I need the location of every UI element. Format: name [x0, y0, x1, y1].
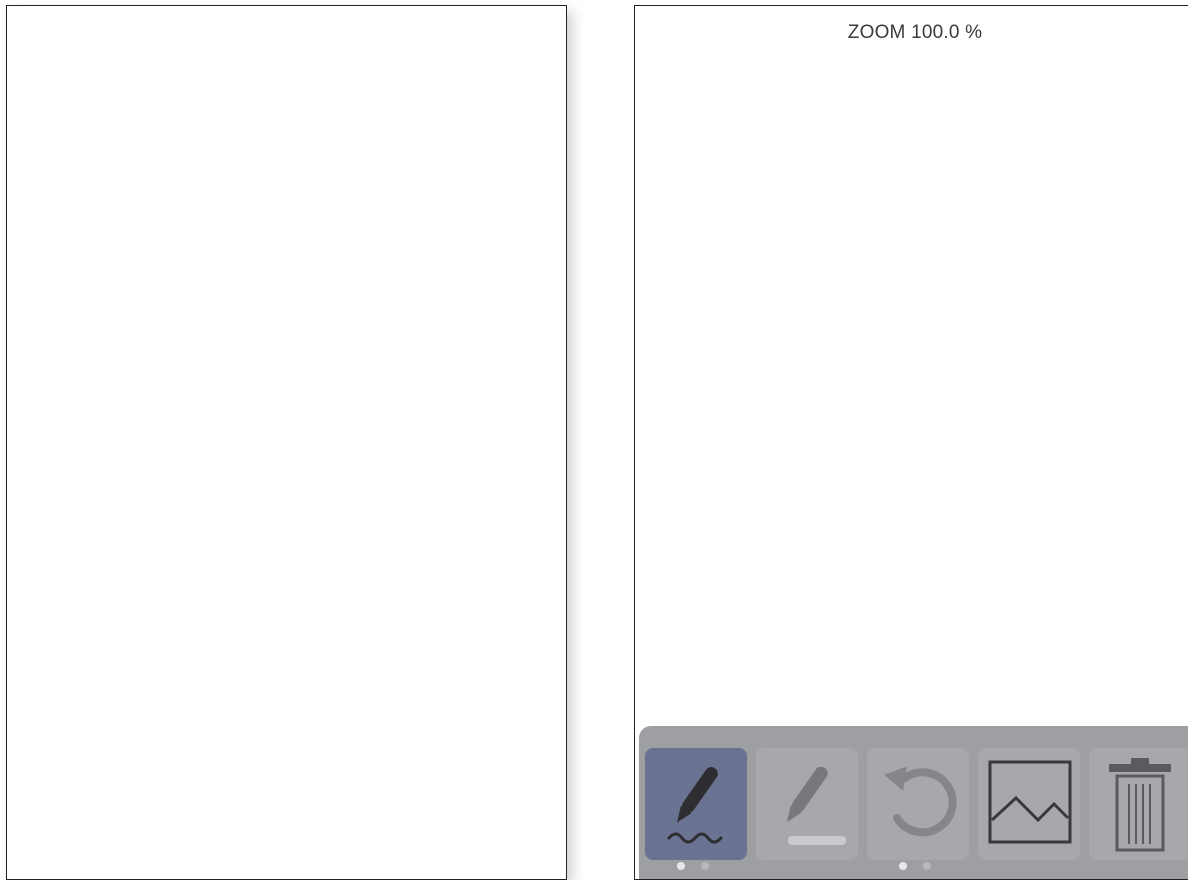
page-dot: [701, 862, 709, 870]
highlighter-button[interactable]: [756, 748, 858, 860]
zoom-level-label: ZOOM 100.0 %: [847, 22, 983, 43]
page-dot-active: [899, 862, 907, 870]
image-button[interactable]: [978, 748, 1080, 860]
undo-icon: [884, 766, 957, 837]
delete-button[interactable]: [1089, 748, 1188, 860]
image-icon: [988, 760, 1072, 844]
highlighter-icon: [786, 766, 846, 845]
pen-signature-icon: [667, 767, 723, 844]
signature-pen-button[interactable]: [645, 748, 747, 860]
page-dot: [923, 862, 931, 870]
trash-icon: [1109, 758, 1171, 852]
drawing-toolbar: [639, 726, 1188, 879]
undo-button[interactable]: [867, 748, 969, 860]
page-dot-active: [677, 862, 685, 870]
left-screen-canvas[interactable]: [6, 5, 567, 880]
right-screen-canvas[interactable]: ZOOM 100.0 %: [634, 5, 1188, 880]
